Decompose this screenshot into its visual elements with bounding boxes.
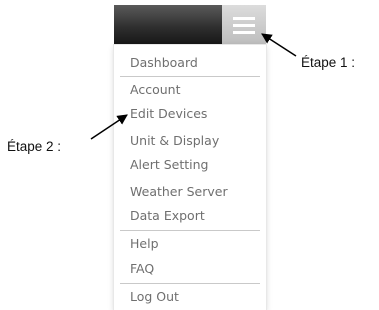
step1-label: Étape 1 : [301, 55, 356, 70]
step2-label: Étape 2 : [7, 139, 62, 154]
step1-arrow [261, 33, 297, 57]
step2-arrow [90, 114, 128, 140]
callout-arrows [90, 33, 297, 140]
